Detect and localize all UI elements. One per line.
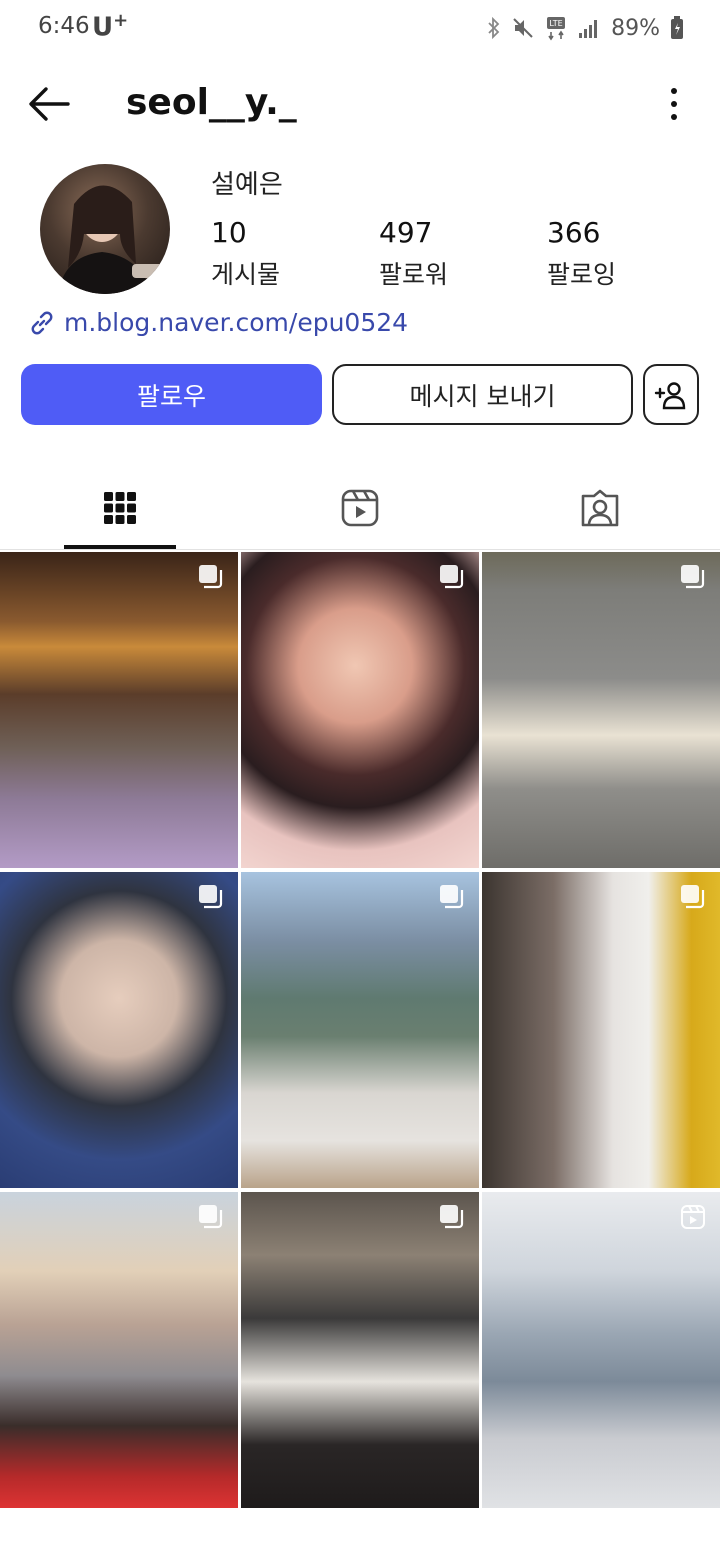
bluetooth-icon bbox=[488, 16, 500, 40]
active-tab-indicator bbox=[64, 545, 176, 549]
avatar[interactable] bbox=[40, 164, 170, 294]
profile-link[interactable]: m.blog.naver.com/epu0524 bbox=[28, 308, 408, 337]
follow-button[interactable]: 팔로우 bbox=[21, 364, 322, 425]
profile-tabs bbox=[0, 470, 720, 550]
lte-icon: LTE bbox=[547, 17, 566, 41]
more-options-button[interactable] bbox=[666, 84, 682, 124]
post-thumbnail[interactable] bbox=[0, 1192, 238, 1508]
stat-followers-value: 497 bbox=[379, 216, 433, 249]
post-thumbnail[interactable] bbox=[482, 1192, 720, 1508]
profile-header: seol__y._ bbox=[0, 70, 720, 140]
reels-icon bbox=[341, 489, 379, 527]
stat-following-label: 팔로잉 bbox=[547, 260, 617, 289]
carrier-label: U+ bbox=[92, 10, 128, 43]
stat-posts[interactable]: 10 게시물 bbox=[211, 216, 280, 291]
add-user-icon bbox=[654, 381, 686, 409]
stat-following-value: 366 bbox=[547, 216, 601, 249]
tab-posts-grid[interactable] bbox=[96, 484, 144, 532]
signal-icon bbox=[579, 20, 598, 38]
carrier-name: U bbox=[92, 12, 114, 43]
stat-followers-label: 팔로워 bbox=[379, 260, 449, 289]
carousel-icon bbox=[440, 885, 464, 909]
stat-following[interactable]: 366 팔로잉 bbox=[547, 216, 616, 291]
battery-icon bbox=[671, 16, 683, 39]
carousel-icon bbox=[199, 1205, 223, 1229]
stat-posts-value: 10 bbox=[211, 216, 247, 249]
battery-percent: 89% bbox=[611, 15, 660, 41]
suggest-users-button[interactable] bbox=[643, 364, 699, 425]
profile-link-text: m.blog.naver.com/epu0524 bbox=[64, 308, 409, 337]
carousel-icon bbox=[440, 1205, 464, 1229]
tab-reels[interactable] bbox=[336, 484, 384, 532]
post-thumbnail[interactable] bbox=[241, 872, 479, 1188]
status-time: 6:46 bbox=[38, 13, 90, 39]
status-bar: 6:46 U+ LTE 89% bbox=[0, 0, 720, 56]
post-thumbnail[interactable] bbox=[0, 552, 238, 868]
reels-icon bbox=[681, 1205, 705, 1229]
post-thumbnail[interactable] bbox=[241, 1192, 479, 1508]
posts-grid bbox=[0, 552, 720, 1508]
message-button[interactable]: 메시지 보내기 bbox=[332, 364, 633, 425]
carrier-sup: + bbox=[113, 10, 129, 31]
carousel-icon bbox=[681, 885, 705, 909]
stat-followers[interactable]: 497 팔로워 bbox=[379, 216, 448, 291]
link-icon bbox=[31, 311, 53, 334]
svg-text:LTE: LTE bbox=[549, 19, 562, 28]
more-vertical-icon bbox=[671, 88, 677, 120]
back-button[interactable] bbox=[24, 84, 72, 124]
post-thumbnail[interactable] bbox=[482, 872, 720, 1188]
post-thumbnail[interactable] bbox=[0, 872, 238, 1188]
carousel-icon bbox=[199, 565, 223, 589]
arrow-left-icon bbox=[29, 87, 70, 121]
stat-posts-label: 게시물 bbox=[211, 260, 281, 289]
avatar-photo bbox=[58, 185, 170, 294]
post-thumbnail[interactable] bbox=[241, 552, 479, 868]
tab-tagged[interactable] bbox=[576, 484, 624, 532]
post-thumbnail[interactable] bbox=[482, 552, 720, 868]
tagged-icon bbox=[581, 489, 619, 527]
mute-icon bbox=[513, 18, 533, 38]
carousel-icon bbox=[199, 885, 223, 909]
status-icons: LTE 89% bbox=[487, 14, 684, 42]
message-button-label: 메시지 보내기 bbox=[409, 381, 556, 411]
follow-button-label: 팔로우 bbox=[136, 381, 206, 411]
carousel-icon bbox=[681, 565, 705, 589]
grid-icon bbox=[104, 492, 136, 524]
page-title-username: seol__y._ bbox=[126, 82, 297, 123]
display-name: 설예은 bbox=[211, 170, 283, 200]
carousel-icon bbox=[440, 565, 464, 589]
